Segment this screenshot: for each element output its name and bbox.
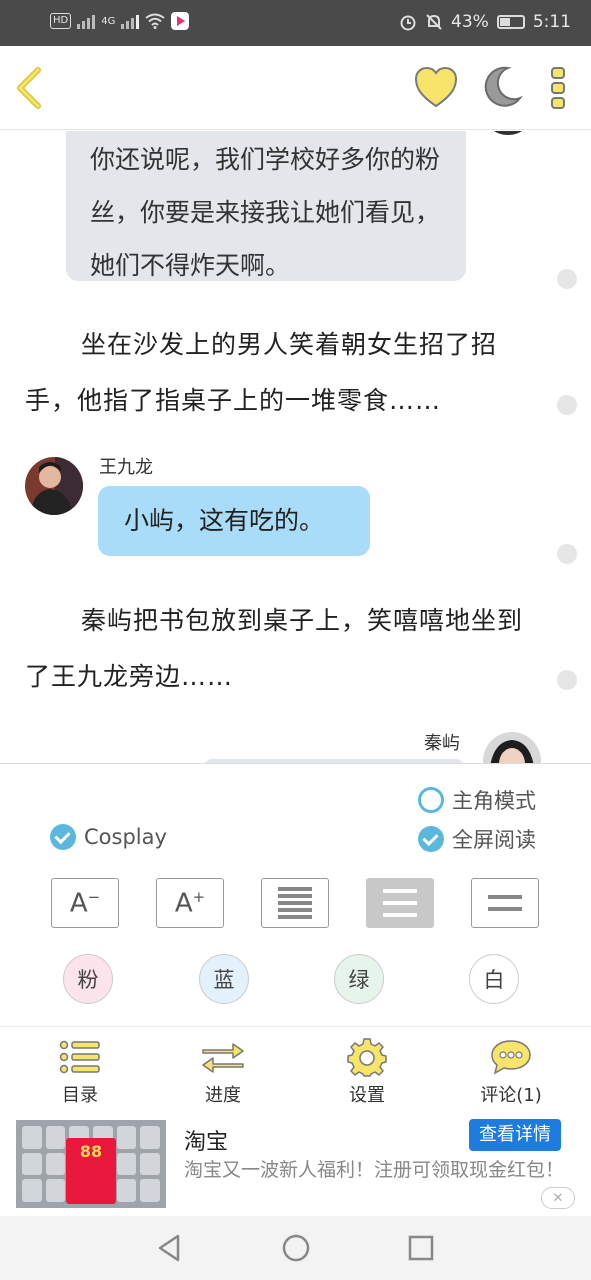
avatar-partial-top [486, 131, 530, 135]
ad-image-amount: 88 [79, 1142, 103, 1161]
scroll-marker [557, 670, 577, 690]
narration-paragraph: 秦屿把书包放到桌子上，笑嘻嘻地坐到了王九龙旁边…… [25, 606, 524, 691]
settings-button[interactable]: 设置 [317, 1037, 417, 1107]
settings-gear-icon [347, 1038, 387, 1077]
protagonist-mode-option[interactable]: 主角模式 [418, 785, 536, 815]
checkmark-icon [418, 826, 444, 852]
message-bubble-grey: 你还说呢，我们学校好多你的粉丝，你要是来接我让她们看见，她们不得炸天啊。 [66, 131, 466, 281]
chat-story-content[interactable]: 你还说呢，我们学校好多你的粉丝，你要是来接我让她们看见，她们不得炸天啊。 坐在沙… [0, 131, 591, 763]
comments-label: 评论(1) [480, 1085, 542, 1106]
theme-pink-button[interactable]: 粉 [63, 954, 113, 1004]
line-spacing-loose-icon [488, 895, 522, 911]
hd-icon: HD [50, 13, 72, 29]
comment-bubble-icon [491, 1040, 531, 1075]
ad-details-button[interactable]: 查看详情 [469, 1119, 561, 1151]
ad-description: 淘宝又一波新人福利！注册可领取现金红包！ [184, 1159, 565, 1181]
settings-label: 设置 [349, 1085, 385, 1106]
back-chevron-icon [17, 67, 41, 109]
theme-white-label: 白 [483, 968, 505, 992]
cosplay-label: Cosplay [84, 825, 167, 849]
progress-button[interactable]: 进度 [173, 1037, 273, 1107]
avatar-qin-yu[interactable] [483, 732, 541, 763]
nav-recents-icon [408, 1235, 434, 1261]
ad-title: 淘宝 [184, 1130, 229, 1155]
font-larger-icon: A+ [174, 887, 206, 919]
battery-icon [496, 15, 525, 29]
status-time: 5:11 [532, 12, 571, 32]
more-menu-button[interactable] [545, 64, 571, 112]
back-button[interactable] [10, 64, 54, 112]
line-spacing-tight-icon [278, 887, 312, 919]
cosplay-option[interactable]: Cosplay [50, 824, 167, 850]
alarm-icon [400, 15, 416, 31]
message-bubble-blue: 小屿，这有吃的。 [98, 486, 370, 556]
night-mode-button[interactable] [478, 64, 524, 110]
status-bar: HD 4G 43% 5:11 [0, 0, 591, 46]
fullscreen-label: 全屏阅读 [452, 828, 536, 852]
reader-settings-panel: 主角模式 Cosplay 全屏阅读 A− A+ 粉 蓝 绿 白 [0, 763, 591, 1026]
signal-icon [77, 13, 96, 29]
scroll-marker [557, 269, 577, 289]
catalog-list-icon [59, 1040, 100, 1074]
scroll-marker [557, 395, 577, 415]
radio-unchecked-icon [418, 787, 444, 813]
catalog-label: 目录 [62, 1085, 98, 1106]
comments-button[interactable]: 评论(1) [461, 1037, 561, 1107]
network-type-label: 4G [101, 15, 116, 27]
ad-image[interactable]: 88 [16, 1120, 166, 1208]
theme-blue-label: 蓝 [213, 968, 235, 992]
progress-label: 进度 [205, 1085, 241, 1106]
heart-icon [414, 66, 458, 108]
fullscreen-option[interactable]: 全屏阅读 [418, 824, 536, 854]
reader-top-bar [0, 46, 591, 130]
favorite-button[interactable] [413, 66, 459, 110]
line-spacing-loose-button[interactable] [471, 878, 539, 928]
more-vertical-icon [551, 67, 565, 109]
mute-icon [426, 14, 442, 30]
reader-bottom-toolbar: 目录 进度 设置 评论(1) [0, 1026, 591, 1112]
theme-blue-button[interactable]: 蓝 [199, 954, 249, 1004]
narration-paragraph: 坐在沙发上的男人笑着朝女生招了招手，他指了指桌子上的一堆零食…… [25, 330, 498, 415]
speaker-name: 秦屿 [424, 733, 460, 754]
close-icon: ✕ [552, 1190, 564, 1206]
nav-back-icon [158, 1234, 180, 1262]
theme-pink-label: 粉 [77, 968, 99, 992]
theme-white-button[interactable]: 白 [469, 954, 519, 1004]
nav-recents-button[interactable] [405, 1232, 437, 1264]
status-right-icons: 43% 5:11 [399, 12, 571, 32]
scroll-marker [557, 544, 577, 564]
nav-home-icon [282, 1234, 310, 1262]
signal-icon-2 [121, 13, 140, 29]
line-spacing-tight-button[interactable] [261, 878, 329, 928]
theme-green-label: 绿 [348, 968, 370, 992]
message-text: 你还说呢，我们学校好多你的粉丝，你要是来接我让她们看见，她们不得炸天啊。 [90, 145, 441, 280]
checkmark-icon [50, 824, 76, 850]
battery-percent: 43% [451, 12, 489, 32]
avatar-wang-jiulong[interactable] [25, 457, 83, 515]
font-larger-button[interactable]: A+ [156, 878, 224, 928]
system-navigation-bar [0, 1216, 591, 1280]
video-app-icon [171, 12, 190, 30]
nav-back-button[interactable] [154, 1232, 186, 1264]
ad-close-button[interactable]: ✕ [541, 1187, 575, 1209]
font-larger-label: A [174, 888, 193, 919]
protagonist-mode-label: 主角模式 [452, 789, 536, 813]
line-spacing-medium-button[interactable] [366, 878, 434, 928]
ad-banner[interactable]: 88 淘宝 查看详情 淘宝又一波新人福利！注册可领取现金红包！ ✕ [0, 1112, 591, 1216]
speaker-name: 王九龙 [99, 457, 153, 478]
theme-green-button[interactable]: 绿 [334, 954, 384, 1004]
line-spacing-medium-icon [383, 889, 417, 917]
wifi-icon [145, 13, 165, 29]
font-smaller-button[interactable]: A− [51, 878, 119, 928]
font-smaller-icon: A− [69, 887, 101, 919]
nav-home-button[interactable] [280, 1232, 312, 1264]
font-smaller-label: A [69, 888, 88, 919]
catalog-button[interactable]: 目录 [30, 1037, 130, 1107]
message-text: 小屿，这有吃的。 [124, 506, 325, 535]
progress-arrows-icon [202, 1043, 244, 1073]
status-left-icons: HD 4G [50, 12, 190, 30]
red-envelope-graphic: 88 [66, 1138, 116, 1204]
night-mode-moon-icon [484, 66, 523, 107]
